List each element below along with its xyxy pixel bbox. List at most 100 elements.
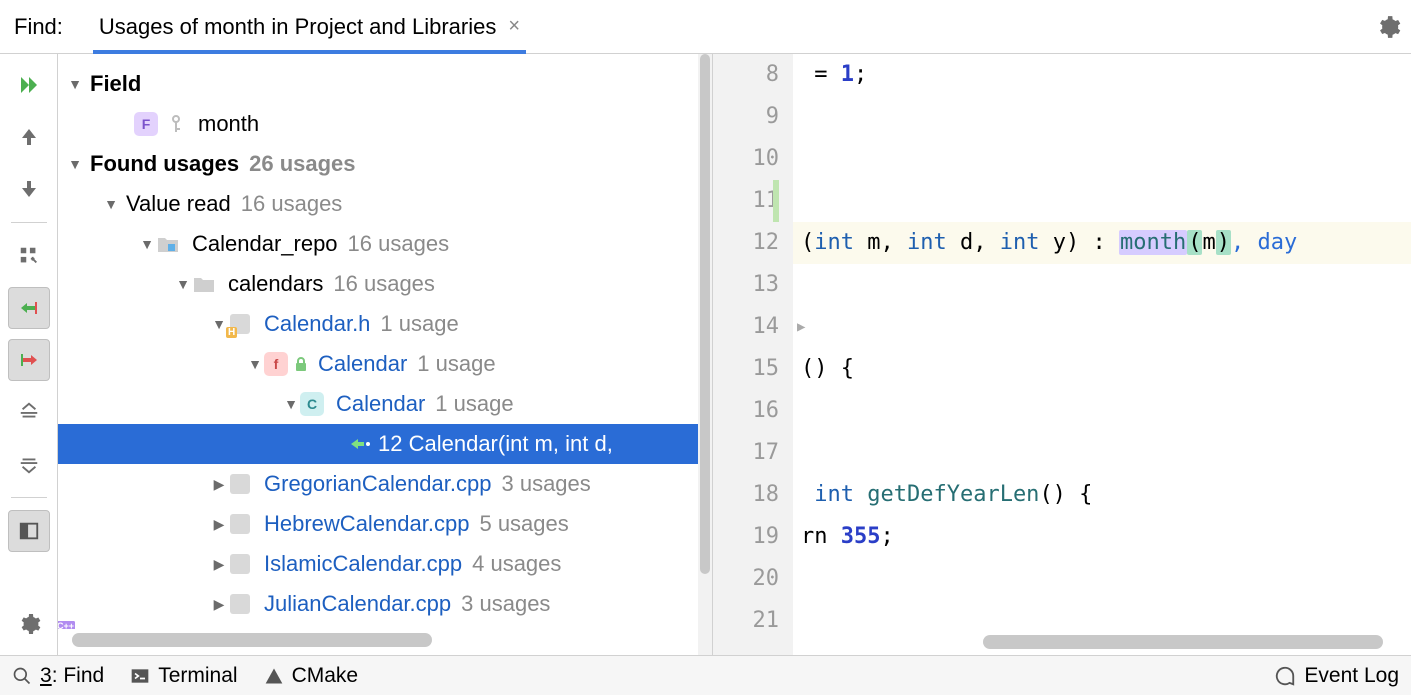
- found-usages-label: Found usages: [90, 151, 239, 177]
- class-calendar: Calendar: [336, 391, 425, 417]
- usage-text: Calendar(int m, int d,: [409, 431, 613, 457]
- tree-horizontal-scrollbar[interactable]: [72, 633, 698, 647]
- preview-toggle-icon[interactable]: [8, 510, 50, 552]
- tree-row-repo[interactable]: Calendar_repo 16 usages: [58, 224, 712, 264]
- gutter-line: 11: [713, 180, 779, 222]
- usages-tree[interactable]: Field F month Found usages 26 usages Val…: [58, 54, 712, 655]
- tree-row-field[interactable]: F month: [58, 104, 712, 144]
- expand-all-icon[interactable]: [8, 391, 50, 433]
- tree-row-found-usages[interactable]: Found usages 26 usages: [58, 144, 712, 184]
- code-line-highlighted: (int m, int d, int y) : month(m), day: [793, 222, 1411, 264]
- gutter-line: 8: [713, 54, 779, 96]
- folder-count: 16 usages: [333, 271, 435, 297]
- code-line: () {: [793, 348, 1411, 390]
- find-tab[interactable]: Usages of month in Project and Libraries…: [93, 0, 526, 53]
- editor-gutter: 8 9 10 11 12 13 14 15 16 17 18 19 20 21: [713, 54, 793, 655]
- file-hebrew: HebrewCalendar.cpp: [264, 511, 469, 537]
- repo-label: Calendar_repo: [192, 231, 338, 257]
- tree-row-julian[interactable]: C++ JulianCalendar.cpp 3 usages: [58, 584, 712, 624]
- chevron-down-icon[interactable]: [66, 156, 84, 172]
- tree-row-value-read[interactable]: Value read 16 usages: [58, 184, 712, 224]
- code-line: rn 355;: [793, 516, 1411, 558]
- lock-icon: [294, 356, 308, 372]
- chevron-right-icon[interactable]: [210, 556, 228, 573]
- chevron-down-icon[interactable]: [282, 396, 300, 412]
- cpp-file-icon: C++: [228, 592, 252, 616]
- gutter-line: 20: [713, 558, 779, 600]
- field-header-label: Field: [90, 71, 141, 97]
- file-gregorian-count: 3 usages: [501, 471, 590, 497]
- settings-icon[interactable]: [8, 603, 50, 645]
- tree-row-folder[interactable]: calendars 16 usages: [58, 264, 712, 304]
- chevron-right-icon[interactable]: [210, 476, 228, 493]
- tree-row-islamic[interactable]: C++ IslamicCalendar.cpp 4 usages: [58, 544, 712, 584]
- next-occurrence-icon[interactable]: [8, 168, 50, 210]
- tree-row-gregorian[interactable]: C++ GregorianCalendar.cpp 3 usages: [58, 464, 712, 504]
- found-usages-count: 26 usages: [249, 151, 355, 177]
- code-line: [793, 558, 1411, 600]
- tree-row-calendar-h[interactable]: H Calendar.h 1 usage: [58, 304, 712, 344]
- repo-count: 16 usages: [348, 231, 450, 257]
- cmake-icon: [264, 666, 284, 686]
- tree-vertical-scrollbar[interactable]: [698, 54, 712, 655]
- code-line: [793, 138, 1411, 180]
- chevron-right-icon[interactable]: [210, 516, 228, 533]
- gutter-line: 19: [713, 516, 779, 558]
- tool-window-find[interactable]: 3: Find: [12, 664, 104, 688]
- chevron-down-icon[interactable]: [138, 236, 156, 252]
- change-marker-icon: [773, 180, 779, 222]
- navigate-prev-icon[interactable]: [8, 287, 50, 329]
- tree-row-hebrew[interactable]: C++ HebrewCalendar.cpp 5 usages: [58, 504, 712, 544]
- collapse-all-icon[interactable]: [8, 443, 50, 485]
- chevron-down-icon[interactable]: [66, 76, 84, 92]
- class-badge-icon: C: [300, 392, 324, 416]
- gutter-line: 18: [713, 474, 779, 516]
- read-write-icon: [350, 435, 372, 453]
- navigate-next-icon[interactable]: [8, 339, 50, 381]
- gutter-line: 10: [713, 138, 779, 180]
- key-icon: [168, 114, 184, 134]
- folder-icon: [192, 272, 216, 296]
- editor-code[interactable]: = 1; (int m, int d, int y) : month(m), d…: [793, 54, 1411, 655]
- file-julian-count: 3 usages: [461, 591, 550, 617]
- gutter-line: 15: [713, 348, 779, 390]
- chevron-down-icon[interactable]: [174, 276, 192, 292]
- cpp-file-icon: C++: [228, 552, 252, 576]
- prev-occurrence-icon[interactable]: [8, 116, 50, 158]
- export-icon[interactable]: [8, 235, 50, 277]
- file-hebrew-count: 5 usages: [479, 511, 568, 537]
- value-read-count: 16 usages: [241, 191, 343, 217]
- gutter-line: 16: [713, 390, 779, 432]
- class-calendar-friend-count: 1 usage: [417, 351, 495, 377]
- file-julian: JulianCalendar.cpp: [264, 591, 451, 617]
- gear-icon[interactable]: [1375, 14, 1401, 40]
- usage-line-number: 12: [378, 431, 402, 457]
- folder-label: calendars: [228, 271, 323, 297]
- rerun-icon[interactable]: [8, 64, 50, 106]
- tool-window-cmake[interactable]: CMake: [264, 664, 359, 688]
- tree-row-friend-calendar[interactable]: f Calendar 1 usage: [58, 344, 712, 384]
- tree-row-usage-selected[interactable]: 12 Calendar(int m, int d,: [58, 424, 712, 464]
- file-calendar-h-count: 1 usage: [380, 311, 458, 337]
- chevron-right-icon[interactable]: [210, 596, 228, 613]
- code-line: [793, 96, 1411, 138]
- tree-row-class-calendar[interactable]: C Calendar 1 usage: [58, 384, 712, 424]
- field-name: month: [198, 111, 259, 137]
- chevron-down-icon[interactable]: [246, 356, 264, 372]
- tool-window-terminal[interactable]: Terminal: [130, 664, 237, 688]
- gutter-line: 12: [713, 222, 779, 264]
- module-icon: [156, 232, 180, 256]
- preview-editor[interactable]: 8 9 10 11 12 13 14 15 16 17 18 19 20 21 …: [712, 54, 1411, 655]
- terminal-icon: [130, 666, 150, 686]
- close-tab-icon[interactable]: ×: [508, 15, 520, 38]
- find-tab-title: Usages of month in Project and Libraries: [99, 14, 496, 40]
- file-calendar-h: Calendar.h: [264, 311, 370, 337]
- cpp-file-icon: C++: [228, 472, 252, 496]
- tree-row-field-header[interactable]: Field: [58, 64, 712, 104]
- code-line: [793, 180, 1411, 222]
- fold-marker-icon[interactable]: ▶: [797, 306, 805, 348]
- find-header: Find: Usages of month in Project and Lib…: [0, 0, 1411, 54]
- event-log[interactable]: Event Log: [1274, 664, 1399, 688]
- editor-horizontal-scrollbar[interactable]: [883, 635, 1391, 649]
- chevron-down-icon[interactable]: [102, 196, 120, 212]
